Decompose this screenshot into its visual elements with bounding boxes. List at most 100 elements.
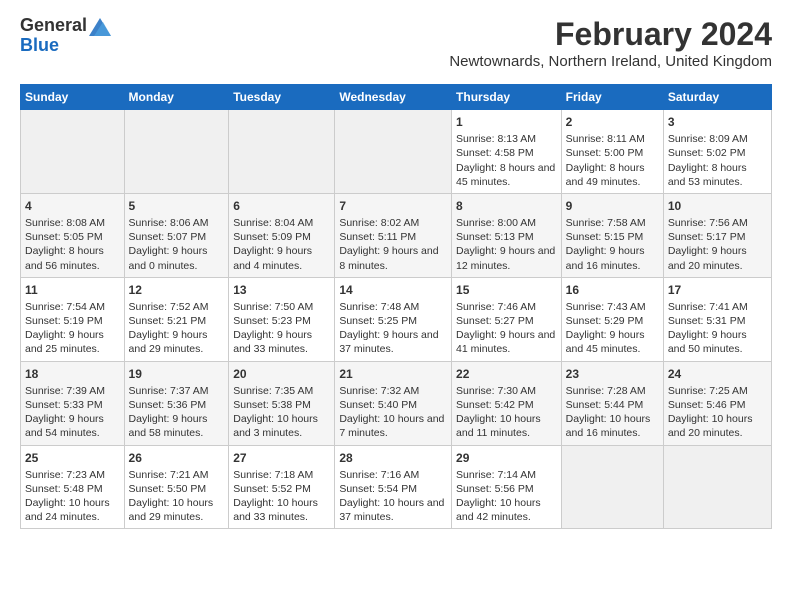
- day-info: Sunset: 5:09 PM: [233, 230, 330, 244]
- day-info: Sunrise: 8:02 AM: [339, 216, 447, 230]
- day-info: Sunset: 5:33 PM: [25, 398, 120, 412]
- day-info: Daylight: 9 hours and 58 minutes.: [129, 412, 225, 440]
- day-info: Sunset: 5:56 PM: [456, 482, 557, 496]
- calendar-cell: [229, 110, 335, 194]
- day-info: Sunset: 5:50 PM: [129, 482, 225, 496]
- day-info: Daylight: 9 hours and 29 minutes.: [129, 328, 225, 356]
- day-number: 5: [129, 198, 225, 214]
- day-info: Sunrise: 7:21 AM: [129, 468, 225, 482]
- calendar-cell: 27Sunrise: 7:18 AMSunset: 5:52 PMDayligh…: [229, 445, 335, 529]
- calendar-cell: 15 Sunrise: 7:46 AMSunset: 5:27 PMDayligh…: [452, 277, 562, 361]
- calendar-week-1: 1Sunrise: 8:13 AMSunset: 4:58 PMDaylight…: [21, 110, 772, 194]
- header-saturday: Saturday: [663, 85, 771, 110]
- day-number: 15: [456, 282, 557, 298]
- day-info: Sunset: 5:05 PM: [25, 230, 120, 244]
- day-number: 17: [668, 282, 767, 298]
- day-info: Daylight: 9 hours and 12 minutes.: [456, 244, 557, 272]
- day-number: 26: [129, 450, 225, 466]
- subtitle: Newtownards, Northern Ireland, United Ki…: [449, 53, 772, 70]
- calendar-cell: 12Sunrise: 7:52 AMSunset: 5:21 PMDayligh…: [124, 277, 229, 361]
- day-info: Sunrise: 7:43 AM: [566, 300, 659, 314]
- day-number: 19: [129, 366, 225, 382]
- day-info: Sunrise: 8:11 AM: [566, 132, 659, 146]
- day-info: Daylight: 9 hours and 20 minutes.: [668, 244, 767, 272]
- day-info: Daylight: 9 hours and 16 minutes.: [566, 244, 659, 272]
- day-number: 20: [233, 366, 330, 382]
- day-number: 12: [129, 282, 225, 298]
- day-number: 3: [668, 114, 767, 130]
- calendar-cell: 4Sunrise: 8:08 AMSunset: 5:05 PMDaylight…: [21, 193, 125, 277]
- day-info: Daylight: 10 hours and 33 minutes.: [233, 496, 330, 524]
- day-info: Sunset: 5:23 PM: [233, 314, 330, 328]
- day-info: Sunset: 5:44 PM: [566, 398, 659, 412]
- calendar-table: SundayMondayTuesdayWednesdayThursdayFrid…: [20, 84, 772, 529]
- day-info: Daylight: 10 hours and 37 minutes.: [339, 496, 447, 524]
- day-number: 24: [668, 366, 767, 382]
- calendar-week-5: 25Sunrise: 7:23 AMSunset: 5:48 PMDayligh…: [21, 445, 772, 529]
- calendar-cell: 22Sunrise: 7:30 AMSunset: 5:42 PMDayligh…: [452, 361, 562, 445]
- day-number: 27: [233, 450, 330, 466]
- day-info: Sunset: 5:21 PM: [129, 314, 225, 328]
- day-info: Sunrise: 8:06 AM: [129, 216, 225, 230]
- calendar-cell: 5Sunrise: 8:06 AMSunset: 5:07 PMDaylight…: [124, 193, 229, 277]
- day-info: Daylight: 9 hours and 45 minutes.: [566, 328, 659, 356]
- calendar-cell: 20Sunrise: 7:35 AMSunset: 5:38 PMDayligh…: [229, 361, 335, 445]
- header-friday: Friday: [561, 85, 663, 110]
- calendar-cell: 8Sunrise: 8:00 AMSunset: 5:13 PMDaylight…: [452, 193, 562, 277]
- day-info: Sunrise: 7:14 AM: [456, 468, 557, 482]
- day-info: Daylight: 8 hours and 45 minutes.: [456, 161, 557, 189]
- calendar-cell: 3Sunrise: 8:09 AMSunset: 5:02 PMDaylight…: [663, 110, 771, 194]
- title-section: February 2024 Newtownards, Northern Irel…: [449, 16, 772, 78]
- day-info: Sunset: 5:27 PM: [456, 314, 557, 328]
- day-number: 7: [339, 198, 447, 214]
- header-tuesday: Tuesday: [229, 85, 335, 110]
- calendar-cell: 23Sunrise: 7:28 AMSunset: 5:44 PMDayligh…: [561, 361, 663, 445]
- calendar-cell: 9 Sunrise: 7:58 AMSunset: 5:15 PMDaylight…: [561, 193, 663, 277]
- day-info: Sunset: 5:46 PM: [668, 398, 767, 412]
- calendar-cell: 10Sunrise: 7:56 AMSunset: 5:17 PMDayligh…: [663, 193, 771, 277]
- day-number: 28: [339, 450, 447, 466]
- header-sunday: Sunday: [21, 85, 125, 110]
- day-number: 9: [566, 198, 659, 214]
- day-info: Sunset: 5:48 PM: [25, 482, 120, 496]
- calendar-cell: [561, 445, 663, 529]
- day-number: 22: [456, 366, 557, 382]
- calendar-week-2: 4Sunrise: 8:08 AMSunset: 5:05 PMDaylight…: [21, 193, 772, 277]
- day-number: 8: [456, 198, 557, 214]
- day-info: Daylight: 10 hours and 42 minutes.: [456, 496, 557, 524]
- day-info: Daylight: 9 hours and 41 minutes.: [456, 328, 557, 356]
- day-info: Sunrise: 7:16 AM: [339, 468, 447, 482]
- day-info: Sunrise: 7:25 AM: [668, 384, 767, 398]
- day-info: Sunset: 5:40 PM: [339, 398, 447, 412]
- day-info: Sunrise: 7:58 AM: [566, 216, 659, 230]
- day-info: Daylight: 9 hours and 25 minutes.: [25, 328, 120, 356]
- day-info: Sunrise: 7:28 AM: [566, 384, 659, 398]
- day-number: 25: [25, 450, 120, 466]
- day-info: Sunrise: 8:09 AM: [668, 132, 767, 146]
- day-info: Daylight: 10 hours and 7 minutes.: [339, 412, 447, 440]
- calendar-cell: 14Sunrise: 7:48 AMSunset: 5:25 PMDayligh…: [335, 277, 452, 361]
- calendar-cell: 21Sunrise: 7:32 AMSunset: 5:40 PMDayligh…: [335, 361, 452, 445]
- calendar-week-3: 11Sunrise: 7:54 AMSunset: 5:19 PMDayligh…: [21, 277, 772, 361]
- day-number: 21: [339, 366, 447, 382]
- day-number: 13: [233, 282, 330, 298]
- calendar-cell: [124, 110, 229, 194]
- day-info: Daylight: 10 hours and 3 minutes.: [233, 412, 330, 440]
- calendar-cell: 18Sunrise: 7:39 AMSunset: 5:33 PMDayligh…: [21, 361, 125, 445]
- day-info: Daylight: 9 hours and 4 minutes.: [233, 244, 330, 272]
- day-info: Daylight: 10 hours and 11 minutes.: [456, 412, 557, 440]
- day-info: Sunset: 5:15 PM: [566, 230, 659, 244]
- day-number: 11: [25, 282, 120, 298]
- day-number: 23: [566, 366, 659, 382]
- day-number: 14: [339, 282, 447, 298]
- day-info: Sunrise: 7:46 AM: [456, 300, 557, 314]
- day-info: Sunrise: 8:04 AM: [233, 216, 330, 230]
- day-info: Sunrise: 7:37 AM: [129, 384, 225, 398]
- day-info: Sunrise: 8:08 AM: [25, 216, 120, 230]
- day-info: Sunrise: 7:39 AM: [25, 384, 120, 398]
- calendar-cell: 26Sunrise: 7:21 AMSunset: 5:50 PMDayligh…: [124, 445, 229, 529]
- day-number: 18: [25, 366, 120, 382]
- header-monday: Monday: [124, 85, 229, 110]
- calendar-cell: 29Sunrise: 7:14 AMSunset: 5:56 PMDayligh…: [452, 445, 562, 529]
- logo-blue: Blue: [20, 36, 111, 56]
